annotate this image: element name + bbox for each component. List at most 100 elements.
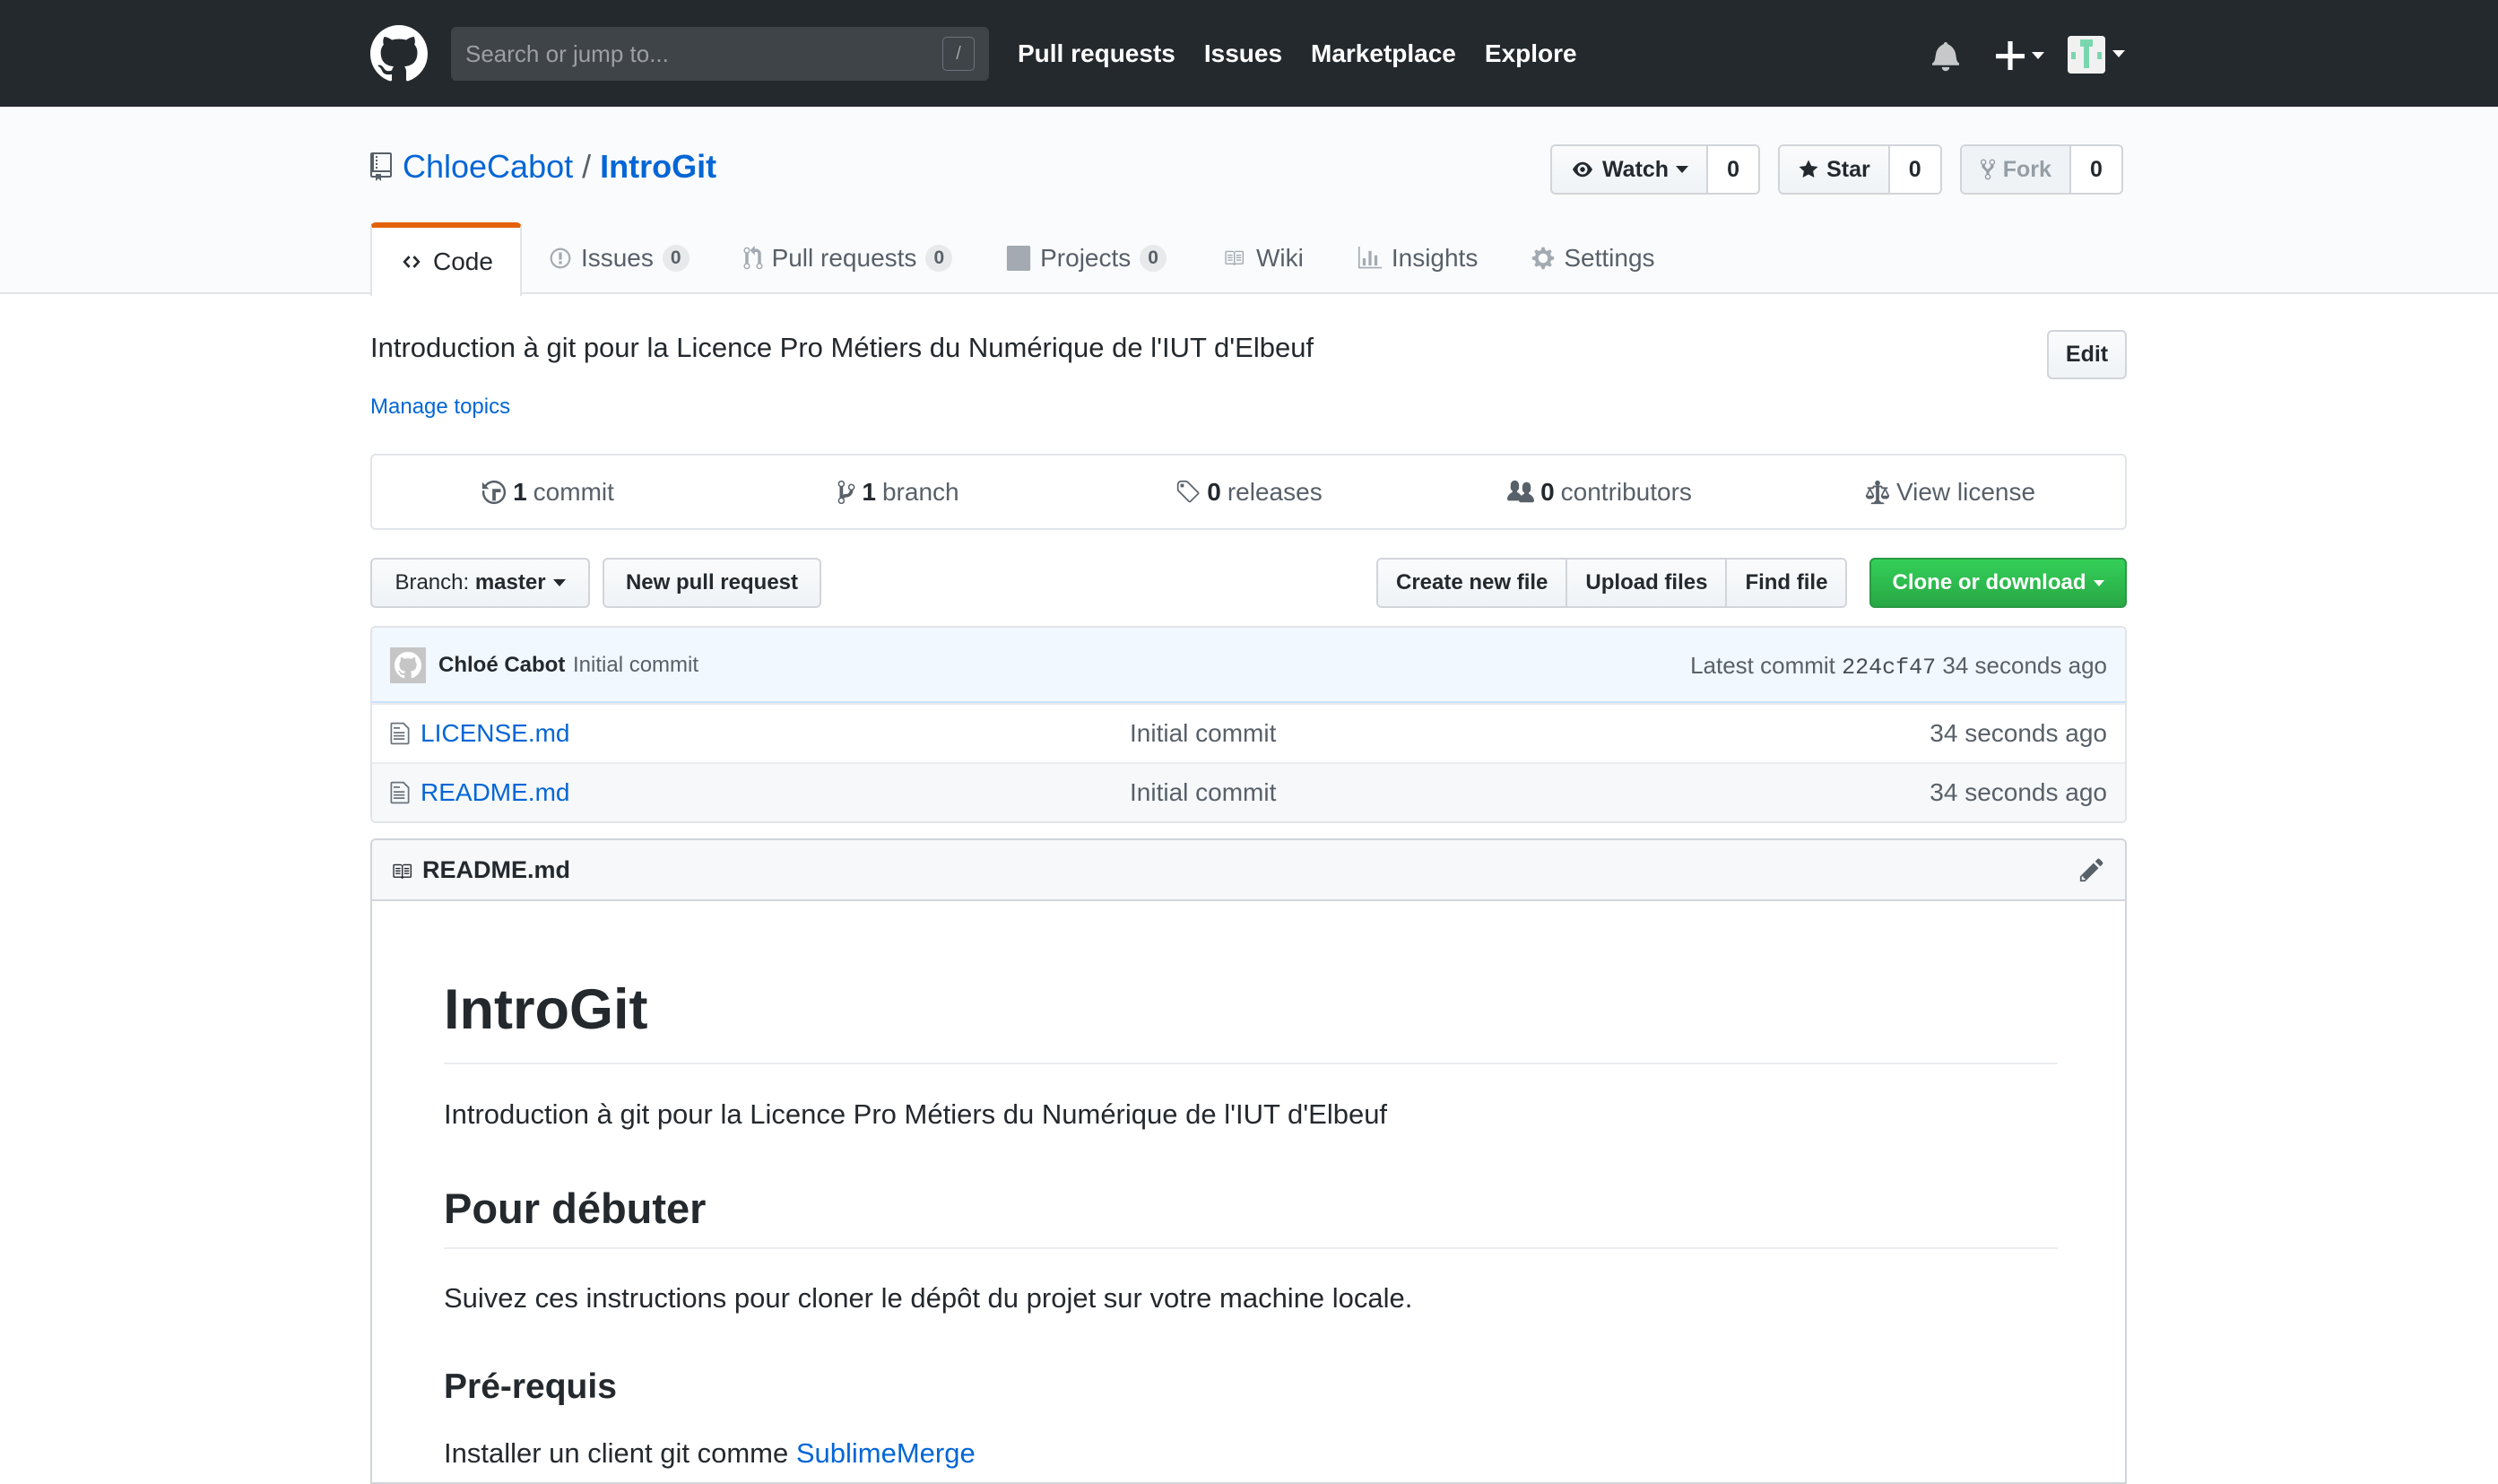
branch-select-button[interactable]: Branch: master: [370, 558, 590, 608]
create-new-file-button[interactable]: Create new file: [1378, 560, 1568, 606]
watch-button-group: Watch 0: [1550, 144, 1761, 195]
readme-filename: README.md: [422, 856, 571, 883]
commit-author-link[interactable]: Chloé Cabot: [438, 653, 565, 678]
repo-actions: Watch 0 Star 0 Fork 0: [1550, 144, 2123, 195]
git-branch-icon: [838, 480, 855, 504]
summary-releases[interactable]: 0 releases: [1073, 456, 1424, 528]
file-icon: [390, 781, 410, 804]
branch-name: master: [474, 570, 546, 594]
latest-commit-age: 34 seconds ago: [1942, 652, 2107, 679]
fork-icon: [1980, 159, 1995, 180]
user-menu-caret-icon[interactable]: [2112, 50, 2125, 57]
header-nav-pull-requests[interactable]: Pull requests: [1018, 39, 1175, 68]
readme-heading-prerequisites: Pré-requis: [444, 1367, 617, 1406]
heading-divider: [444, 1063, 2058, 1064]
upload-files-button[interactable]: Upload files: [1567, 560, 1728, 606]
fork-count[interactable]: 0: [2070, 146, 2121, 193]
file-icon: [390, 722, 410, 745]
repo-nav: Code Issues 0 Pull requests 0 Projects 0…: [370, 222, 1682, 296]
create-new-plus-icon[interactable]: [1992, 38, 2046, 74]
tab-wiki-label: Wiki: [1255, 244, 1304, 272]
file-commit-message[interactable]: Initial commit: [1130, 778, 1276, 807]
summary-commits[interactable]: 1 commit: [372, 456, 723, 528]
tab-pull-requests-label: Pull requests: [771, 244, 917, 272]
tag-icon: [1177, 480, 1200, 502]
history-icon: [481, 480, 507, 504]
people-icon: [1507, 480, 1535, 502]
file-name-link[interactable]: LICENSE.md: [421, 719, 570, 748]
summary-contributors-label: contributors: [1560, 477, 1692, 506]
file-name-link[interactable]: README.md: [421, 778, 569, 807]
file-actions-group: Create new file Upload files Find file: [1376, 558, 1848, 608]
tab-insights-label: Insights: [1391, 244, 1479, 272]
tab-issues[interactable]: Issues 0: [522, 222, 716, 294]
summary-branches[interactable]: 1 branch: [723, 456, 1073, 528]
summary-branches-label: branch: [881, 477, 959, 506]
watch-count[interactable]: 0: [1708, 146, 1759, 193]
sublimemerge-link[interactable]: SublimeMerge: [796, 1437, 976, 1469]
edit-description-button[interactable]: Edit: [2047, 330, 2127, 379]
commit-message-link[interactable]: Initial commit: [573, 653, 698, 678]
readme-title: IntroGit: [444, 978, 648, 1041]
header-nav-explore[interactable]: Explore: [1485, 39, 1577, 68]
branch-prefix: Branch:: [395, 570, 470, 594]
find-file-button[interactable]: Find file: [1727, 560, 1846, 606]
identicon-icon: [2068, 36, 2105, 74]
tab-settings[interactable]: Settings: [1505, 222, 1681, 294]
search-box: /: [451, 27, 989, 81]
latest-commit-prefix: Latest commit: [1690, 652, 1835, 679]
tab-pull-requests-counter: 0: [925, 245, 953, 272]
notifications-bell-icon[interactable]: [1932, 39, 1959, 72]
graph-icon: [1357, 247, 1382, 269]
tab-issues-counter: 0: [662, 245, 690, 272]
readme-intro: Introduction à git pour la Licence Pro M…: [444, 1098, 1388, 1130]
fork-button-group: Fork 0: [1959, 144, 2123, 195]
watch-button[interactable]: Watch: [1552, 146, 1709, 193]
file-age: 34 seconds ago: [1930, 719, 2107, 747]
clone-or-download-button[interactable]: Clone or download: [1869, 558, 2127, 608]
tab-code[interactable]: Code: [370, 222, 522, 296]
readme-instructions: Suivez ces instructions pour cloner le d…: [444, 1282, 1413, 1314]
header-nav-issues[interactable]: Issues: [1204, 39, 1282, 68]
repo-name-link[interactable]: IntroGit: [600, 148, 716, 186]
code-icon: [403, 256, 421, 268]
tab-wiki[interactable]: Wiki: [1193, 222, 1331, 294]
tab-projects-label: Projects: [1040, 244, 1132, 272]
star-count[interactable]: 0: [1889, 146, 1940, 193]
tab-issues-label: Issues: [580, 244, 654, 272]
github-logo-icon[interactable]: [370, 25, 428, 82]
summary-releases-label: releases: [1227, 477, 1323, 506]
tab-projects-counter: 0: [1140, 245, 1167, 272]
search-input[interactable]: [465, 27, 914, 81]
pencil-edit-icon[interactable]: [2078, 856, 2105, 883]
readme-header: README.md: [372, 840, 2125, 901]
tab-pull-requests[interactable]: Pull requests 0: [716, 222, 980, 294]
issue-opened-icon: [550, 247, 571, 269]
header-nav-marketplace[interactable]: Marketplace: [1311, 39, 1456, 68]
repo-owner-link[interactable]: ChloeCabot: [403, 148, 573, 186]
tab-insights[interactable]: Insights: [1331, 222, 1505, 294]
summary-license[interactable]: View license: [1774, 456, 2125, 528]
star-icon: [1799, 160, 1818, 178]
gear-icon: [1532, 247, 1555, 270]
summary-commits-count: 1: [513, 477, 527, 506]
commit-author-avatar[interactable]: [390, 647, 426, 683]
file-commit-message[interactable]: Initial commit: [1130, 719, 1276, 748]
new-pull-request-button[interactable]: New pull request: [603, 558, 821, 608]
prerequisites-text: Installer un client git comme: [444, 1437, 796, 1469]
commit-sha-link[interactable]: 224cf47: [1842, 655, 1936, 681]
summary-license-label: View license: [1895, 477, 2036, 506]
fork-button[interactable]: Fork: [1961, 146, 2071, 193]
clone-caret-icon: [2093, 579, 2104, 586]
summary-contributors[interactable]: 0 contributors: [1424, 456, 1774, 528]
star-button[interactable]: Star: [1780, 146, 1890, 193]
user-avatar[interactable]: [2068, 36, 2105, 74]
latest-commit-meta: Latest commit 224cf47 34 seconds ago: [1690, 652, 2107, 681]
fork-label: Fork: [2002, 156, 2051, 182]
file-list: Chloé Cabot Initial commit Latest commit…: [370, 626, 2127, 823]
repo-description: Introduction à git pour la Licence Pro M…: [370, 332, 1314, 363]
manage-topics-link[interactable]: Manage topics: [370, 395, 510, 420]
file-row: README.md Initial commit 34 seconds ago: [372, 762, 2125, 821]
tab-projects[interactable]: Projects 0: [979, 222, 1193, 294]
clone-or-download-label: Clone or download: [1892, 570, 2086, 594]
